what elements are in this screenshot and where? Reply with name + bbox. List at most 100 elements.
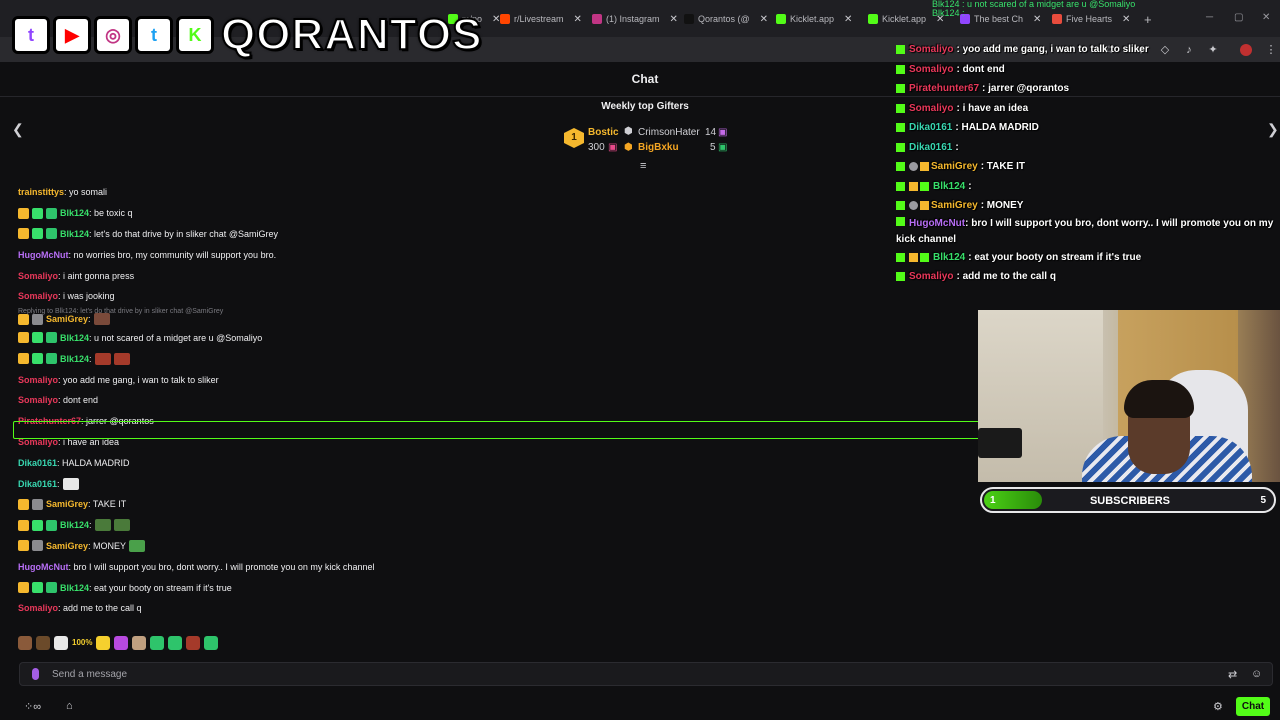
chat-message[interactable]: Blk124: let's do that drive by in sliker… xyxy=(18,224,978,245)
chat-message[interactable]: Blk124: eat your booty on stream if it's… xyxy=(18,577,978,598)
quick-emote-100[interactable]: 100% xyxy=(72,636,92,650)
overlay-lines: Somaliyo: yoo add me gang, i wan to talk… xyxy=(896,40,1280,216)
chat-username[interactable]: HugoMcNut xyxy=(18,248,69,262)
chat-username[interactable]: SamiGrey xyxy=(46,497,88,511)
browser-tab[interactable]: Kicklet.app ✕ xyxy=(776,8,852,30)
brand-name: QORANTOS xyxy=(220,9,483,60)
chat-input[interactable] xyxy=(52,667,1202,681)
store-icon[interactable]: ⌂ xyxy=(66,700,73,712)
gifter-count: 5 xyxy=(710,142,716,153)
chat-message[interactable]: Blk124: u not scared of a midget are u @… xyxy=(18,328,978,349)
overlay-message-text: : dont end xyxy=(956,63,1005,75)
gifter-name[interactable]: Bostic xyxy=(588,127,619,138)
mic-icon[interactable] xyxy=(32,668,39,680)
chat-send-button[interactable]: Chat xyxy=(1236,697,1270,716)
tab-favicon xyxy=(500,14,510,24)
chat-message[interactable]: Blk124: xyxy=(18,348,978,369)
browser-tab[interactable]: (1) Instagram ✕ xyxy=(592,8,678,30)
chat-message[interactable]: Somaliyo: i was jooking xyxy=(18,286,978,307)
chat-username[interactable]: trainstittys xyxy=(18,185,64,199)
chat-message[interactable]: Somaliyo: yoo add me gang, i wan to talk… xyxy=(18,369,978,390)
chat-username[interactable]: Dika0161 xyxy=(18,456,57,470)
collapse-icon[interactable]: ≡ xyxy=(640,160,646,172)
chat-message[interactable]: Blk124: xyxy=(18,515,978,536)
gift-icon: ▣ xyxy=(718,142,728,153)
quick-emote-icon[interactable] xyxy=(168,636,183,650)
chat-message[interactable]: Blk124: be toxic q xyxy=(18,203,978,224)
green-badge-icon xyxy=(920,181,929,191)
subscriber-goal-label: SUBSCRIBERS xyxy=(1089,495,1171,507)
chat-username[interactable]: Blk124 xyxy=(60,331,89,345)
quick-emote-icon[interactable] xyxy=(132,636,147,650)
tab-close-icon[interactable]: ✕ xyxy=(844,14,852,25)
gift-badge-icon xyxy=(46,519,57,531)
quick-emote-icon[interactable] xyxy=(18,636,32,650)
chat-message[interactable]: Dika0161: HALDA MADRID xyxy=(18,452,978,473)
chat-message[interactable]: HugoMcNut: no worries bro, my community … xyxy=(18,244,978,265)
chat-username[interactable]: Dika0161 xyxy=(18,477,57,491)
overlay-message-text: : add me to the call q xyxy=(956,271,1056,282)
chevron-left-icon[interactable]: ❮ xyxy=(12,121,24,138)
tab-close-icon[interactable]: ✕ xyxy=(574,14,582,25)
tab-close-icon[interactable]: ✕ xyxy=(670,14,678,25)
chat-message[interactable]: Somaliyo: dont end xyxy=(18,390,978,411)
smiley-icon[interactable]: ☺ xyxy=(1251,668,1262,680)
gifter-name[interactable]: CrimsonHater xyxy=(638,127,700,138)
tab-label: Kicklet.app xyxy=(790,14,835,24)
kick-badge-icon xyxy=(896,201,905,211)
stream-chat-overlay: Blk124 : u not scared of a midget are u … xyxy=(896,0,1280,287)
chat-username[interactable]: Blk124 xyxy=(60,206,89,220)
overlay-wrapped-message: HugoMcNut: bro I will support you bro, d… xyxy=(896,216,1280,248)
chat-username[interactable]: Blk124 xyxy=(60,227,89,241)
chat-username[interactable]: Somaliyo xyxy=(18,601,58,615)
crown-badge-icon xyxy=(18,228,29,240)
cam-person-hair xyxy=(1124,380,1194,418)
chat-message[interactable]: trainstittys: yo somali xyxy=(18,182,978,203)
quick-emote-icon[interactable] xyxy=(54,636,68,650)
gifter-name[interactable]: BigBxku xyxy=(638,142,679,153)
overlay-message-text: : jarrer @qorantos xyxy=(982,83,1070,94)
quick-emote-icon[interactable] xyxy=(36,636,50,650)
emote-icon xyxy=(62,477,79,490)
overlay-chat-line: Dika0161: xyxy=(896,138,1280,158)
tab-close-icon[interactable]: ✕ xyxy=(760,14,768,25)
browser-tab[interactable]: r/Livestream ✕ xyxy=(500,8,582,30)
browser-tab[interactable]: Qorantos (@ ✕ xyxy=(684,8,768,30)
emote-picker-icon[interactable]: ⇄ xyxy=(1228,668,1237,681)
kick-badge-icon xyxy=(896,103,905,113)
overlay-username: SamiGrey xyxy=(931,200,978,211)
quick-emote-icon[interactable] xyxy=(114,636,129,650)
chat-username[interactable]: Blk124 xyxy=(60,352,89,366)
overlay-message-text: : eat your booty on stream if it's true xyxy=(968,251,1142,263)
quick-emote-icon[interactable] xyxy=(186,636,201,650)
chat-username[interactable]: Somaliyo xyxy=(18,393,58,407)
gear-icon[interactable]: ⚙ xyxy=(1213,700,1223,713)
chat-username[interactable]: HugoMcNut xyxy=(18,560,69,574)
kick-badge-icon xyxy=(896,123,905,133)
chat-username[interactable]: Somaliyo xyxy=(18,289,58,303)
settings-dots-icon[interactable]: ⁘∞ xyxy=(24,700,41,713)
chat-username[interactable]: Blk124 xyxy=(60,581,89,595)
chat-message[interactable]: SamiGrey: MONEY xyxy=(18,536,978,557)
crown-badge-icon xyxy=(18,498,29,510)
chat-message[interactable]: HugoMcNut: bro I will support you bro, d… xyxy=(18,556,978,577)
chat-message-text: : MONEY xyxy=(88,540,127,551)
chat-message-text: : i was jooking xyxy=(58,291,115,302)
chat-username[interactable]: Somaliyo xyxy=(18,373,58,387)
chat-username[interactable]: SamiGrey xyxy=(46,539,88,553)
chat-message-text: : HALDA MADRID xyxy=(57,457,130,468)
chat-message[interactable]: Dika0161: xyxy=(18,473,978,494)
chat-message[interactable]: SamiGrey: TAKE IT xyxy=(18,494,978,515)
quick-emote-icon[interactable] xyxy=(150,636,165,650)
chat-message[interactable]: Somaliyo: add me to the call q xyxy=(18,598,978,619)
overlay-lines-after: Blk124: eat your booty on stream if it's… xyxy=(896,248,1280,287)
quick-emote-icon[interactable] xyxy=(96,636,111,650)
chat-message[interactable]: Somaliyo: i aint gonna press xyxy=(18,265,978,286)
chat-username[interactable]: Somaliyo xyxy=(18,269,58,283)
quick-emote-icon[interactable] xyxy=(204,636,219,650)
chat-username[interactable]: Blk124 xyxy=(60,518,89,532)
gift-icon: ▣ xyxy=(718,127,728,138)
overlay-chat-line: Somaliyo: i have an idea xyxy=(896,99,1280,119)
quick-emote-bar: 100% xyxy=(18,636,219,652)
chat-message-text: : xyxy=(89,520,92,531)
